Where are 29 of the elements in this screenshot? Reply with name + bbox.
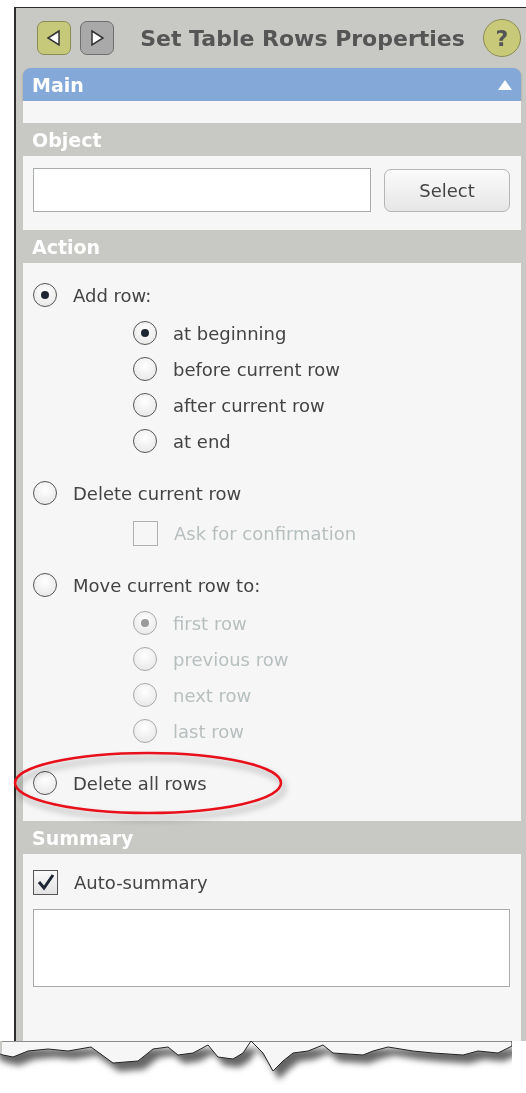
radio-label[interactable]: at end [173, 430, 231, 452]
help-button[interactable]: ? [483, 19, 521, 57]
back-button[interactable] [37, 21, 71, 55]
checkbox-label[interactable]: Auto-summary [74, 871, 208, 893]
radio-button[interactable] [133, 321, 157, 345]
radio-label[interactable]: after current row [173, 394, 325, 416]
window-title: Set Table Rows Properties [139, 25, 466, 51]
radio-label[interactable]: at beginning [173, 322, 287, 344]
section-header: Action [23, 230, 521, 263]
radio-button[interactable] [33, 283, 57, 307]
forward-button[interactable] [80, 21, 114, 55]
radio-label[interactable]: Add row: [73, 284, 152, 306]
radio-button[interactable] [133, 393, 157, 417]
section-header: Object [23, 123, 521, 156]
checkbox[interactable] [33, 869, 58, 895]
summary-field[interactable] [33, 909, 510, 987]
radio-label[interactable]: Delete all rows [73, 772, 207, 794]
radio-label[interactable]: before current row [173, 358, 341, 380]
select-button[interactable]: Select [384, 168, 510, 212]
radio-button[interactable] [33, 481, 57, 505]
object-field[interactable] [33, 168, 371, 212]
radio-button[interactable] [33, 573, 57, 597]
radio-label[interactable]: Move current row to: [73, 574, 261, 596]
radio-label[interactable]: Delete current row [73, 482, 242, 504]
radio-button[interactable] [133, 429, 157, 453]
panel-title: Main [32, 73, 84, 96]
radio-button[interactable] [33, 771, 57, 795]
radio-button[interactable] [133, 357, 157, 381]
section-header: Summary [23, 821, 521, 854]
